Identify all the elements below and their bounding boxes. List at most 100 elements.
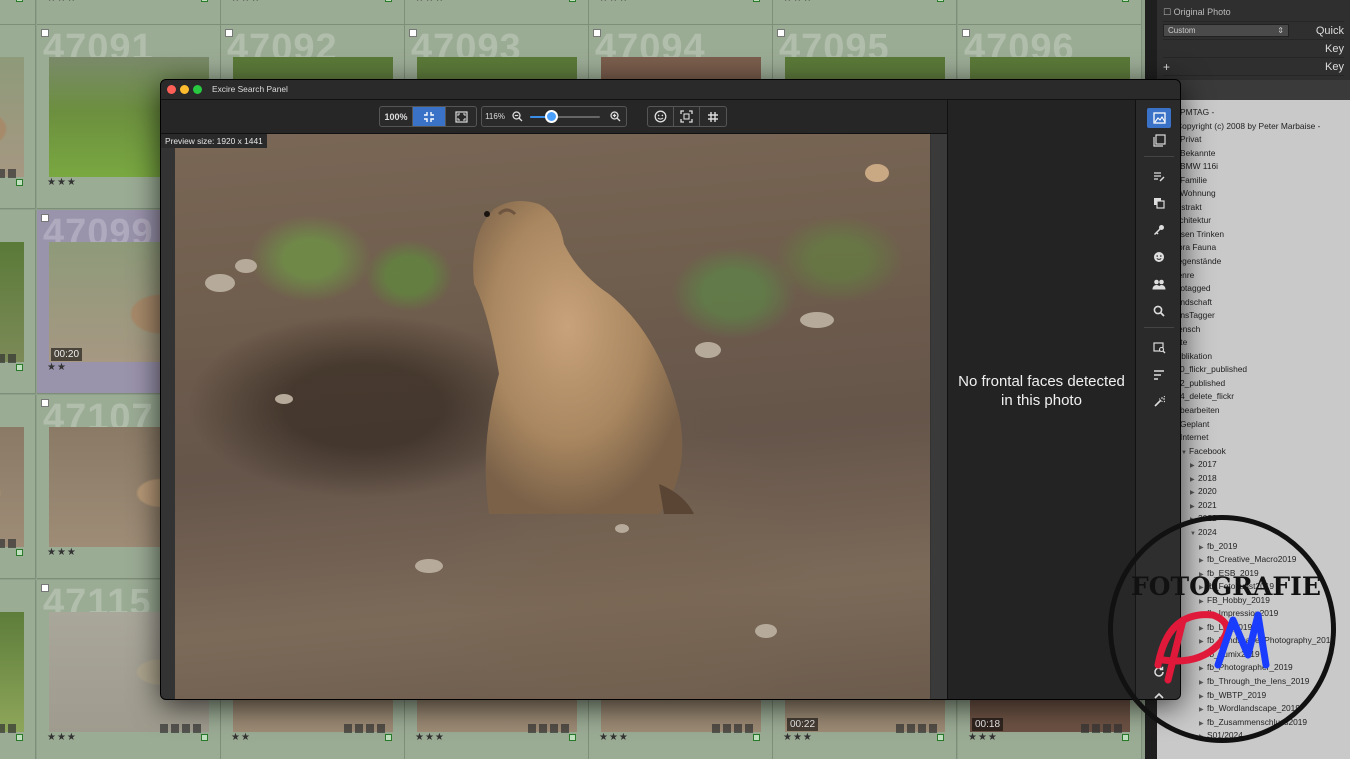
color-label-icon[interactable] xyxy=(16,364,23,371)
star-rating[interactable]: ★★★ xyxy=(415,0,445,4)
disclosure-closed-icon[interactable]: ▶ xyxy=(1190,474,1198,486)
photo-thumbnail[interactable] xyxy=(0,57,24,177)
zoom-slider-knob[interactable] xyxy=(545,110,558,123)
star-rating[interactable]: ★★★ xyxy=(783,0,813,4)
star-rating[interactable]: ★★★ xyxy=(47,177,77,188)
star-rating[interactable]: ★★★ xyxy=(783,732,813,743)
star-rating[interactable]: ★★★ xyxy=(47,547,77,558)
color-label-icon[interactable] xyxy=(16,179,23,186)
keyword-item[interactable]: Landschaft xyxy=(1163,296,1350,310)
keyword-item[interactable]: bearbeiten xyxy=(1163,404,1350,418)
photo-thumbnail[interactable] xyxy=(0,427,24,547)
photo-view-button[interactable] xyxy=(1147,108,1171,128)
keyword-item[interactable]: Genre xyxy=(1163,269,1350,283)
similar-search-button[interactable] xyxy=(1147,338,1171,358)
photo-thumbnail[interactable] xyxy=(0,612,24,732)
grid-cell[interactable] xyxy=(0,210,36,394)
keyword-item[interactable]: Architektur xyxy=(1163,214,1350,228)
sort-button[interactable] xyxy=(1147,365,1171,385)
duplicates-button[interactable] xyxy=(1147,193,1171,213)
color-label-icon[interactable] xyxy=(385,734,392,741)
color-label-icon[interactable] xyxy=(16,734,23,741)
color-label-icon[interactable] xyxy=(1122,0,1129,2)
star-rating[interactable]: ★★★ xyxy=(415,732,445,743)
star-rating[interactable]: ★★ xyxy=(47,362,67,373)
keyword-item[interactable]: Gegenstände xyxy=(1163,255,1350,269)
original-photo-row[interactable]: ☐ Original Photo xyxy=(1163,4,1344,22)
disclosure-closed-icon[interactable]: ▶ xyxy=(1190,487,1198,499)
grid-cell[interactable] xyxy=(0,395,36,579)
keyword-item[interactable]: Privat xyxy=(1163,133,1350,147)
star-rating[interactable]: ★★★ xyxy=(47,732,77,743)
zoom-slider[interactable] xyxy=(526,107,604,126)
face-search-button[interactable] xyxy=(1147,247,1171,267)
zoom-in-button[interactable] xyxy=(604,107,626,126)
keyword-item[interactable]: ▼Internet xyxy=(1163,431,1350,445)
grid-overlay-button[interactable] xyxy=(700,107,726,126)
face-detect-button[interactable] xyxy=(648,107,674,126)
keyword-item[interactable]: ▶Wohnung xyxy=(1163,187,1350,201)
keyword-item[interactable]: Abstrakt xyxy=(1163,201,1350,215)
keyword-item[interactable]: ▶Geplant xyxy=(1163,418,1350,432)
disclosure-open-icon[interactable]: ▼ xyxy=(1181,447,1189,459)
grid-cell[interactable]: ★★★ xyxy=(773,0,957,25)
grid-cell[interactable]: ★★★ xyxy=(0,0,36,25)
keyword-item[interactable]: ▶2_published xyxy=(1163,377,1350,391)
keyword-item[interactable]: Flora Fauna xyxy=(1163,241,1350,255)
close-window-icon[interactable] xyxy=(167,85,176,94)
keyword-item[interactable]: geotagged xyxy=(1163,282,1350,296)
grid-cell[interactable]: ★★★ xyxy=(405,0,589,25)
disclosure-closed-icon[interactable]: ▶ xyxy=(1190,460,1198,472)
color-label-icon[interactable] xyxy=(201,0,208,2)
color-label-icon[interactable] xyxy=(937,0,944,2)
minimize-window-icon[interactable] xyxy=(180,85,189,94)
photo-preview[interactable] xyxy=(175,134,930,699)
zoom-100-button[interactable]: 100% xyxy=(380,107,413,126)
grid-cell[interactable]: ★★★ xyxy=(37,0,221,25)
keyword-item[interactable]: ▶0_flickr_published xyxy=(1163,363,1350,377)
auto-tag-button[interactable] xyxy=(1147,392,1171,412)
color-label-icon[interactable] xyxy=(569,734,576,741)
star-rating[interactable]: ★★★ xyxy=(599,732,629,743)
disclosure-closed-icon[interactable]: ▶ xyxy=(1190,501,1198,513)
color-label-icon[interactable] xyxy=(16,549,23,556)
color-label-icon[interactable] xyxy=(753,734,760,741)
keyword-item[interactable]: ▶Bekannte xyxy=(1163,147,1350,161)
preview-scrollbar[interactable] xyxy=(931,134,947,699)
grid-cell[interactable]: ★★★ xyxy=(0,580,36,759)
zoom-out-button[interactable] xyxy=(508,107,526,126)
keyword-item[interactable]: Mensch xyxy=(1163,323,1350,337)
edit-keywords-button[interactable] xyxy=(1147,166,1171,186)
color-label-icon[interactable] xyxy=(16,0,23,2)
fit-view-button[interactable] xyxy=(413,107,446,126)
grid-cell[interactable]: ★★★ xyxy=(589,0,773,25)
keyword-item[interactable]: ▶Familie xyxy=(1163,174,1350,188)
keyword-item[interactable]: ▶ 2018 xyxy=(1163,472,1350,486)
grid-cell[interactable] xyxy=(958,0,1142,25)
keyword-tag-button[interactable] xyxy=(1147,220,1171,240)
preset-select[interactable]: Custom ⇕ xyxy=(1163,24,1289,37)
photo-thumbnail[interactable] xyxy=(0,242,24,362)
add-keyword-icon[interactable]: + xyxy=(1163,60,1170,74)
keyword-item[interactable]: ▼ Facebook xyxy=(1163,445,1350,459)
keyword-item[interactable]: Orte xyxy=(1163,336,1350,350)
keyword-item[interactable]: - Copyright (c) 2008 by Peter Marbaise - xyxy=(1163,120,1350,134)
color-label-icon[interactable] xyxy=(937,734,944,741)
star-rating[interactable]: ★★★ xyxy=(599,0,629,4)
star-rating[interactable]: ★★★ xyxy=(231,0,261,4)
color-label-icon[interactable] xyxy=(753,0,760,2)
people-search-button[interactable] xyxy=(1147,274,1171,294)
keyword-item[interactable]: ▶ 2017 xyxy=(1163,458,1350,472)
keyword-item[interactable]: ▶ 2020 xyxy=(1163,485,1350,499)
keyword-item[interactable]: Publikation xyxy=(1163,350,1350,364)
fill-view-button[interactable] xyxy=(446,107,476,126)
window-titlebar[interactable]: Excire Search Panel xyxy=(161,80,1180,100)
color-label-icon[interactable] xyxy=(385,0,392,2)
gallery-view-button[interactable] xyxy=(1147,130,1171,150)
grid-cell[interactable] xyxy=(0,25,36,209)
star-rating[interactable]: ★★★ xyxy=(47,0,77,4)
keyword-item[interactable]: ▶ 2021 xyxy=(1163,499,1350,513)
keyword-item[interactable]: ▶BMW 116i xyxy=(1163,160,1350,174)
search-button[interactable] xyxy=(1147,301,1171,321)
star-rating[interactable]: ★★ xyxy=(231,732,251,743)
